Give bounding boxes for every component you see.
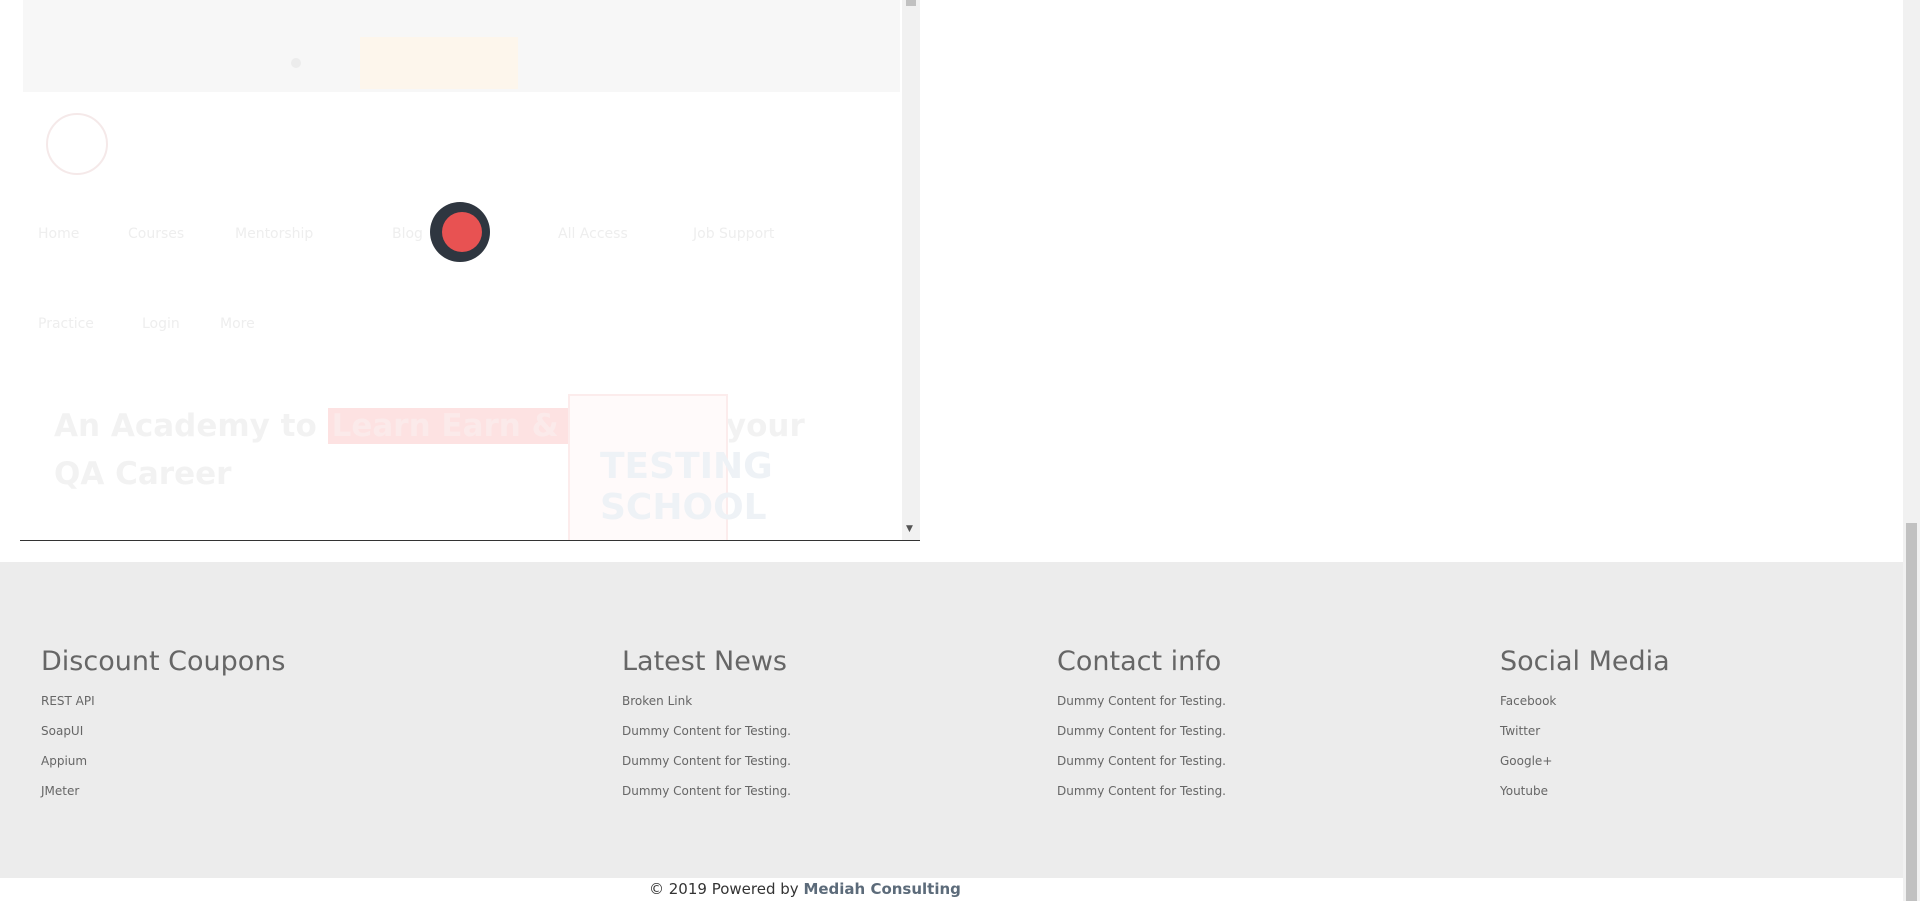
loader-dot: [442, 212, 482, 252]
footer-col-title: Social Media: [1500, 646, 1670, 677]
footer-link[interactable]: Dummy Content for Testing.: [1057, 693, 1226, 709]
copyright-prefix: © 2019 Powered by: [649, 880, 799, 898]
footer-link[interactable]: Dummy Content for Testing.: [1057, 753, 1226, 769]
page-scrollbar[interactable]: [1903, 0, 1920, 901]
copyright-text: © 2019 Powered by Mediah Consulting: [649, 880, 961, 898]
footer-col-title: Discount Coupons: [41, 646, 286, 677]
nav-item-home[interactable]: Home: [38, 226, 79, 242]
footer-col-discount-coupons: Discount Coupons REST API SoapUI Appium …: [41, 646, 285, 813]
footer-link[interactable]: Dummy Content for Testing.: [1057, 723, 1226, 739]
nav-item-mentorship[interactable]: Mentorship: [235, 226, 313, 242]
footer-link-google-plus[interactable]: Google+: [1500, 753, 1670, 769]
nav-item-all-access[interactable]: All Access: [558, 226, 628, 242]
footer-link-facebook[interactable]: Facebook: [1500, 693, 1670, 709]
embedded-iframe[interactable]: Home Courses Mentorship Blog All Access …: [20, 0, 920, 541]
iframe-content: Home Courses Mentorship Blog All Access …: [20, 0, 902, 540]
footer-link[interactable]: Dummy Content for Testing.: [622, 723, 791, 739]
footer-link[interactable]: Dummy Content for Testing.: [622, 783, 791, 799]
nav-item-login[interactable]: Login: [142, 316, 180, 332]
nav-item-courses[interactable]: Courses: [128, 226, 184, 242]
footer-col-title: Latest News: [622, 646, 787, 677]
footer-link[interactable]: SoapUI: [41, 723, 285, 739]
footer-col-latest-news: Latest News Broken Link Dummy Content fo…: [622, 646, 791, 813]
hero-image: TESTING SCHOOL: [568, 394, 773, 540]
iframe-scrollbar-thumb[interactable]: [906, 0, 916, 6]
iframe-scrollbar[interactable]: ▼: [902, 0, 920, 540]
footer-link[interactable]: Broken Link: [622, 693, 791, 709]
copyright-bar: © 2019 Powered by Mediah Consulting: [0, 878, 1903, 901]
footer-link-youtube[interactable]: Youtube: [1500, 783, 1670, 799]
page-scrollbar-thumb[interactable]: [1906, 523, 1917, 901]
nav-item-job-support[interactable]: Job Support: [693, 226, 774, 242]
footer-link[interactable]: Dummy Content for Testing.: [1057, 783, 1226, 799]
footer-link[interactable]: Dummy Content for Testing.: [622, 753, 791, 769]
nav-item-more[interactable]: More: [220, 316, 255, 332]
copyright-brand-link[interactable]: Mediah Consulting: [803, 880, 960, 898]
hero-image-text: TESTING SCHOOL: [600, 446, 773, 528]
chevron-down-icon[interactable]: ▼: [906, 524, 913, 534]
iframe-topbar: [23, 0, 900, 92]
loader-icon: [430, 202, 490, 262]
footer-link[interactable]: JMeter: [41, 783, 285, 799]
footer-link[interactable]: REST API: [41, 693, 285, 709]
iframe-nav-secondary: Practice Login More: [20, 316, 420, 342]
logo-icon[interactable]: [46, 113, 108, 175]
footer-link[interactable]: Appium: [41, 753, 285, 769]
nav-item-blog[interactable]: Blog: [392, 226, 423, 242]
nav-item-practice[interactable]: Practice: [38, 316, 94, 332]
footer-link-twitter[interactable]: Twitter: [1500, 723, 1670, 739]
footer: Discount Coupons REST API SoapUI Appium …: [0, 562, 1903, 878]
hero-title-pre: An Academy to: [54, 408, 317, 444]
topbar-button[interactable]: [360, 37, 518, 89]
footer-col-contact-info: Contact info Dummy Content for Testing. …: [1057, 646, 1226, 813]
footer-col-title: Contact info: [1057, 646, 1222, 677]
topbar-icon: [291, 58, 301, 68]
footer-col-social-media: Social Media Facebook Twitter Google+ Yo…: [1500, 646, 1670, 813]
